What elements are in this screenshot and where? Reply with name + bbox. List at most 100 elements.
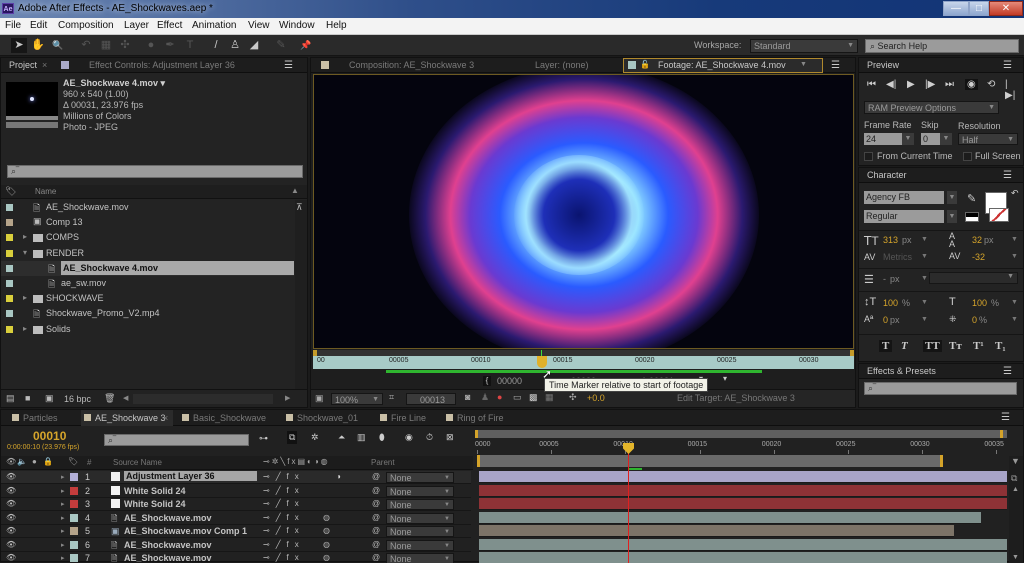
layer-switches[interactable]: ⊸╱fx — [263, 472, 305, 481]
motion-blur-switch-icon[interactable]: ◍ — [323, 526, 330, 535]
scroll-right-icon[interactable]: ▶ — [285, 394, 290, 402]
font-style-dropdown[interactable]: Regular — [864, 210, 944, 223]
project-item[interactable]: ▾ RENDER — [1, 246, 294, 261]
visibility-eye-icon[interactable]: 👁 — [6, 540, 16, 549]
pick-whip-icon[interactable]: @ — [372, 553, 380, 562]
label-column-icon[interactable]: 🏷 — [68, 457, 78, 466]
timeline-tab[interactable]: AE_Shockwave 3 × — [81, 410, 173, 426]
project-item[interactable]: ▸ SHOCKWAVE — [1, 291, 294, 306]
chevron-down-icon[interactable]: ▼ — [921, 236, 928, 243]
chevron-down-icon[interactable]: ▼ — [800, 61, 807, 68]
label-color-chip[interactable] — [6, 295, 13, 303]
footage-preview-image[interactable] — [313, 74, 854, 349]
layer-source-name[interactable]: AE_Shockwave.mov Comp 1 — [124, 526, 247, 536]
new-comp-icon[interactable]: ▣ — [45, 393, 54, 404]
twirl-closed-icon[interactable]: ▸ — [61, 527, 65, 535]
layer-duration-bar[interactable] — [479, 511, 981, 524]
roto-brush-tool-icon[interactable]: ✎ — [273, 38, 289, 53]
pick-whip-icon[interactable]: @ — [372, 499, 380, 508]
switches-column-icons[interactable]: ⊸✲╲fx▤◐◑◍ — [263, 457, 330, 466]
eraser-tool-icon[interactable]: ◢ — [246, 38, 262, 53]
project-item[interactable]: ▸ Solids — [1, 322, 294, 337]
twirl-closed-icon[interactable]: ▸ — [61, 514, 65, 522]
mask-visibility-icon[interactable]: ▭ — [513, 392, 522, 403]
close-icon[interactable]: × — [42, 60, 47, 70]
leading-value[interactable]: 32 — [972, 235, 982, 245]
navigator-start[interactable] — [475, 430, 478, 438]
menu-animation[interactable]: Animation — [192, 20, 236, 31]
previous-frame-button[interactable]: ◀| — [886, 79, 896, 90]
layer-row[interactable]: 👁 ▸ 1 Adjustment Layer 36 ⊸╱fx ◑ @ None ▼ — [1, 471, 471, 484]
project-item[interactable]: ▸ COMPS — [1, 230, 294, 245]
search-help-input[interactable]: ⌕ Search Help — [865, 39, 1019, 53]
layer-duration-bar[interactable] — [479, 552, 1007, 563]
from-current-time-checkbox[interactable] — [864, 152, 873, 161]
layer-row[interactable]: 👁 ▸ 6 🗎 AE_Shockwave.mov ⊸╱fx ◍ @ None ▼ — [1, 539, 471, 552]
color-management-icon[interactable]: ▦ — [545, 392, 554, 403]
layer-row[interactable]: 👁 ▸ 3 White Solid 24 ⊸╱fx @ None ▼ — [1, 498, 471, 511]
layer-switches[interactable]: ⊸╱fx — [263, 553, 305, 562]
tab-footage-active[interactable]: 🔓 Footage: AE_Shockwave 4.mov ▼ — [623, 58, 823, 73]
column-name[interactable]: Name — [35, 187, 56, 196]
tsume-value[interactable]: 0 — [972, 315, 977, 325]
pick-whip-icon[interactable]: @ — [372, 526, 380, 535]
panel-menu-icon[interactable]: ☰ — [1003, 60, 1012, 71]
frame-blending-icon[interactable]: ⏶ — [338, 432, 345, 443]
twirl-open-icon[interactable]: ▾ — [23, 248, 27, 257]
label-color-chip[interactable] — [70, 554, 78, 562]
layer-switches[interactable]: ⊸╱fx — [263, 526, 305, 535]
panel-menu-icon[interactable]: ☰ — [284, 60, 293, 71]
menu-composition[interactable]: Composition — [58, 20, 114, 31]
overlay-edit-icon[interactable]: ▾ — [723, 374, 727, 383]
adjustment-layer-switch-icon[interactable]: ◑ — [336, 472, 341, 481]
font-family-dropdown[interactable]: Agency FB — [864, 191, 944, 204]
tab-footage[interactable]: Footage: AE_Shockwave 4.mov — [658, 60, 786, 70]
next-frame-button[interactable]: |▶ — [925, 79, 935, 90]
show-snapshot-icon[interactable]: ♟ — [481, 392, 489, 403]
project-search-input[interactable]: ⌕‾ — [7, 165, 303, 178]
work-area-start[interactable] — [477, 455, 480, 467]
visibility-eye-icon[interactable]: 👁 — [6, 472, 16, 481]
pen-tool-icon[interactable]: ✒ — [162, 38, 178, 53]
label-color-chip[interactable] — [6, 264, 13, 272]
scroll-up-icon[interactable]: ▲ — [1012, 486, 1019, 493]
layer-source-name[interactable]: White Solid 24 — [124, 486, 186, 496]
solo-column-icon[interactable]: ● — [32, 457, 37, 466]
small-caps-button[interactable]: Tт — [949, 340, 962, 352]
project-item[interactable]: ▣ Comp 13 — [1, 215, 294, 230]
audio-button[interactable]: ◉ — [965, 79, 978, 90]
stroke-style-dropdown[interactable]: ▼ — [929, 272, 1018, 284]
label-color-chip[interactable] — [70, 486, 78, 495]
twirl-closed-icon[interactable]: ▸ — [23, 232, 27, 241]
menu-effect[interactable]: Effect — [157, 20, 182, 31]
zoom-out-icon[interactable]: ▼ — [1011, 456, 1020, 466]
panel-menu-icon[interactable]: ☰ — [1003, 366, 1012, 377]
graph-editor-icon[interactable]: ◉ — [405, 432, 413, 443]
layer-source-name[interactable]: AE_Shockwave.mov — [124, 513, 212, 523]
eye-column-icon[interactable]: 👁 — [6, 457, 16, 466]
horizontal-scrollbar[interactable] — [133, 394, 273, 404]
flowchart-icon[interactable]: ⊼ — [296, 202, 303, 213]
timeline-ruler[interactable]: 000000005000100001500020000250003000035 — [475, 439, 1007, 455]
chevron-down-icon[interactable]: ▼ — [921, 316, 928, 323]
menu-help[interactable]: Help — [326, 20, 347, 31]
visibility-eye-icon[interactable]: 👁 — [6, 499, 16, 508]
resolution-dropdown[interactable]: Half ▼ — [958, 133, 1018, 145]
set-in-point-button[interactable]: { — [483, 376, 491, 386]
comp-button-icon[interactable]: ⧉ — [1011, 473, 1017, 484]
label-color-chip[interactable] — [70, 500, 78, 508]
project-item[interactable]: 🗎 AE_Shockwave.mov — [1, 200, 294, 215]
lock-column-icon[interactable]: 🔒 — [43, 457, 53, 466]
motion-blur-icon[interactable]: ▥ — [357, 432, 366, 443]
twirl-closed-icon[interactable]: ▸ — [23, 293, 27, 302]
parent-dropdown[interactable]: None ▼ — [386, 472, 454, 483]
full-screen-checkbox[interactable] — [963, 152, 972, 161]
exposure-value[interactable]: +0.0 — [587, 393, 605, 403]
black-white-swatch[interactable] — [965, 212, 979, 222]
footage-time-ruler[interactable]: 00 00005 00010 00015 00020 00025 00030 — [313, 356, 854, 369]
label-color-chip[interactable] — [6, 204, 13, 211]
tab-character[interactable]: Character — [867, 170, 907, 180]
label-color-chip[interactable] — [6, 325, 13, 333]
last-frame-button[interactable]: ⏭ — [945, 79, 954, 90]
project-scrollbar[interactable]: ⊼ — [295, 200, 307, 390]
